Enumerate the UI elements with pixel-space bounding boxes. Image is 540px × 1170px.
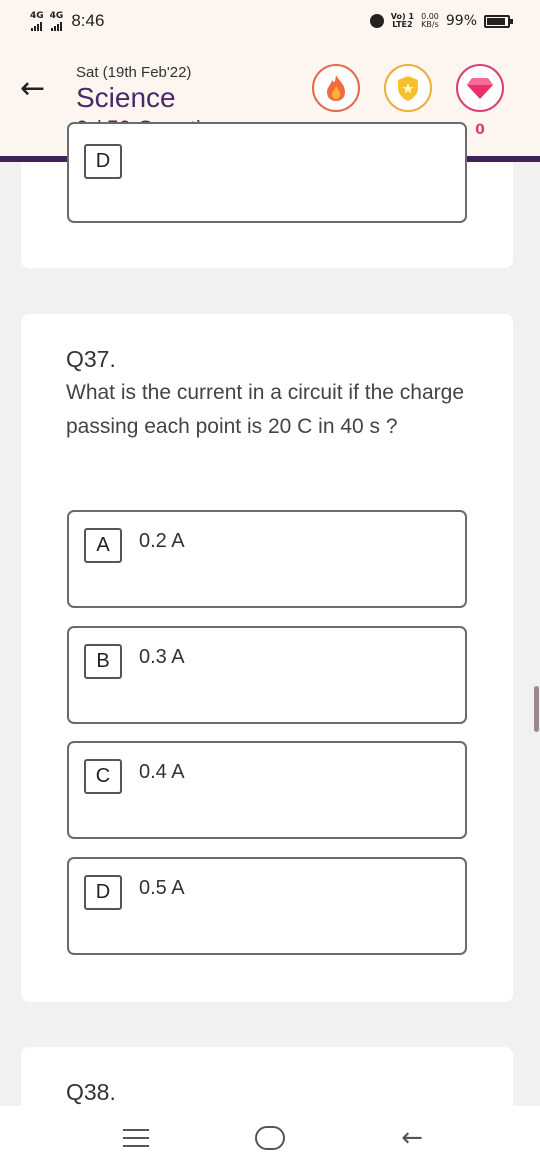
option-a[interactable]: A 0.2 A <box>67 510 467 608</box>
fire-icon <box>327 75 345 101</box>
question-number: Q37. <box>66 346 116 372</box>
battery-percent: 99% <box>445 13 477 29</box>
menu-icon <box>123 1129 149 1147</box>
diamond-icon <box>467 78 493 99</box>
option-d-previous[interactable]: D <box>67 122 467 223</box>
option-text: 0.3 A <box>139 646 185 668</box>
home-icon <box>255 1126 285 1150</box>
back-button[interactable]: ← <box>382 1118 442 1158</box>
signal-1-label: 4G <box>30 10 44 21</box>
signal-2-label: 4G <box>49 10 64 21</box>
status-right: Vo) 1 LTE2 0.00 KB/s 99% <box>369 13 513 29</box>
battery-icon <box>484 14 513 28</box>
next-question-number: Q38. <box>66 1079 116 1105</box>
gem-badge[interactable] <box>456 64 504 112</box>
option-letter: C <box>84 759 122 794</box>
option-letter: D <box>84 875 122 910</box>
system-nav-bar: ← <box>0 1106 540 1170</box>
quiz-date: Sat (19th Feb'22) <box>76 64 192 81</box>
alarm-icon <box>369 14 384 28</box>
signal-1: 4G <box>30 10 44 31</box>
option-letter: A <box>84 528 122 563</box>
recents-button[interactable] <box>106 1118 166 1158</box>
screen: 4G 4G 8:46 Vo) 1 LTE2 0.00 KB/s 99% ← Sa… <box>0 0 540 1170</box>
lte-bottom: LTE2 <box>392 20 413 29</box>
back-arrow-icon[interactable]: ← <box>20 74 45 104</box>
option-text: 0.4 A <box>139 761 185 783</box>
option-text: 0.2 A <box>139 530 185 552</box>
shield-icon <box>398 76 418 101</box>
shield-badge[interactable] <box>384 64 432 112</box>
signal-bars-icon <box>31 21 43 31</box>
question-card: Q37. What is the current in a circuit if… <box>21 314 513 1002</box>
status-left: 4G 4G 8:46 <box>30 11 104 31</box>
option-letter: B <box>84 644 122 679</box>
option-letter: D <box>84 144 122 179</box>
option-c[interactable]: C 0.4 A <box>67 741 467 839</box>
scrollbar[interactable] <box>534 686 539 732</box>
signal-2: 4G <box>49 10 64 31</box>
lte-indicator: Vo) 1 LTE2 <box>391 13 414 29</box>
network-speed: 0.00 KB/s <box>421 13 439 29</box>
streak-badge[interactable] <box>312 64 360 112</box>
clock: 8:46 <box>71 11 105 30</box>
home-button[interactable] <box>240 1118 300 1158</box>
option-d[interactable]: D 0.5 A <box>67 857 467 955</box>
previous-question-card: D <box>21 122 513 268</box>
status-bar: 4G 4G 8:46 Vo) 1 LTE2 0.00 KB/s 99% <box>0 0 540 42</box>
question-text: What is the current in a circuit if the … <box>66 381 465 438</box>
signal-bars-icon <box>50 21 62 31</box>
speed-unit: KB/s <box>421 20 439 29</box>
option-text: 0.5 A <box>139 877 185 899</box>
option-b[interactable]: B 0.3 A <box>67 626 467 724</box>
subject-title: Science <box>76 82 176 113</box>
back-icon: ← <box>401 1123 423 1153</box>
